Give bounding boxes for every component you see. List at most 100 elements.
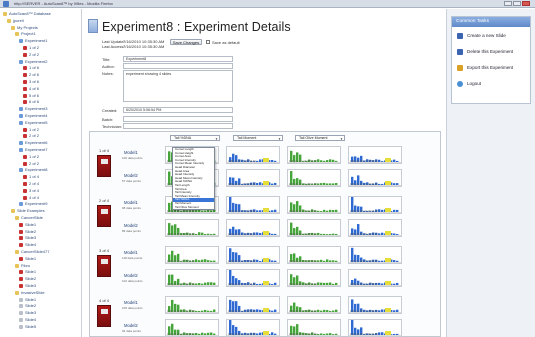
- tree-item[interactable]: Fibro: [15, 263, 30, 269]
- metric-option[interactable]: Tail Olive Moment: [173, 206, 214, 210]
- histogram-chart[interactable]: 0.00 μ=1.00 σ=1.00 93.09: [348, 246, 402, 264]
- model-label[interactable]: Model1: [124, 300, 138, 305]
- title-field[interactable]: Experiment8: [123, 56, 233, 62]
- tree-item[interactable]: CancerSlide: [15, 215, 43, 221]
- tree-item[interactable]: Slide1: [19, 256, 36, 262]
- tree-item[interactable]: Experiment8: [19, 167, 47, 173]
- create-slide-link[interactable]: Create a new Slide: [457, 31, 506, 41]
- histogram-chart[interactable]: 0.00 μ=1.00 σ=1.00 93.09: [165, 296, 219, 314]
- tree-item[interactable]: Slide3: [19, 283, 36, 289]
- slide-thumbnail[interactable]: [97, 305, 111, 327]
- created-field[interactable]: 6/20/2010 5:06:54 PM: [123, 107, 233, 113]
- tree-item[interactable]: 3 of 4: [23, 188, 39, 194]
- model-label[interactable]: Model2: [124, 223, 138, 228]
- tree-item[interactable]: 5 of 6: [23, 93, 39, 99]
- tree-item[interactable]: jpurell: [7, 18, 24, 24]
- model-label[interactable]: Model1: [124, 200, 138, 205]
- tree-item[interactable]: Slide4: [19, 242, 36, 248]
- metric-dropdown[interactable]: Tail Moment ▼: [233, 135, 283, 141]
- batch-field[interactable]: [123, 116, 233, 122]
- tree-item[interactable]: Slide1: [19, 222, 36, 228]
- histogram-chart[interactable]: 0.00 μ=1.00 σ=1.00 93.09: [348, 296, 402, 314]
- histogram-chart[interactable]: 0.00 μ=1.00 σ=1.00 93.09: [348, 196, 402, 214]
- minimize-button[interactable]: [504, 1, 512, 6]
- tree-item[interactable]: Experiment4: [19, 113, 47, 119]
- histogram-chart[interactable]: 0.00 μ=1.00 σ=1.00 93.09: [226, 169, 280, 187]
- tree-item[interactable]: Experiment6: [19, 140, 47, 146]
- histogram-chart[interactable]: 0.00 μ=1.00 σ=1.00 93.09: [287, 219, 341, 237]
- histogram-chart[interactable]: 0.00 μ=1.00 σ=1.00 93.09: [287, 296, 341, 314]
- tree-item[interactable]: CancerSlide477: [15, 249, 49, 255]
- histogram-chart[interactable]: 0.00 μ=1.00 σ=1.00 93.09: [287, 196, 341, 214]
- tree-item[interactable]: Slide2: [19, 229, 36, 235]
- histogram-chart[interactable]: 0.00 μ=1.00 σ=1.00 93.09: [165, 219, 219, 237]
- tree-item[interactable]: Project1: [15, 31, 36, 37]
- tree-item[interactable]: Experiment5: [19, 120, 47, 126]
- tree-item[interactable]: InvasiveSlide: [15, 290, 45, 296]
- export-experiment-link[interactable]: Export this Experiment: [457, 63, 513, 73]
- slide-thumbnail[interactable]: [97, 255, 111, 277]
- histogram-chart[interactable]: 0.00 μ=1.00 σ=1.00 93.09: [287, 269, 341, 287]
- delete-experiment-link[interactable]: Delete this Experiment: [457, 47, 513, 57]
- histogram-chart[interactable]: 0.00 μ=1.00 σ=1.00 93.09: [287, 146, 341, 164]
- histogram-chart[interactable]: 0.00 μ=1.00 σ=1.00 93.09: [165, 319, 219, 337]
- model-label[interactable]: Model2: [124, 273, 138, 278]
- histogram-chart[interactable]: 0.00 μ=1.00 σ=1.00 93.09: [348, 269, 402, 287]
- tree-item[interactable]: Slide3: [19, 310, 36, 316]
- tree-item[interactable]: Slide2: [19, 276, 36, 282]
- histogram-chart[interactable]: 0.00 μ=1.00 σ=1.00 93.09: [287, 319, 341, 337]
- tree-item[interactable]: 1 of 2: [23, 154, 39, 160]
- model-label[interactable]: Model2: [124, 323, 138, 328]
- metric-dropdown[interactable]: Tail Olive Moment ▼: [295, 135, 345, 141]
- tree-item[interactable]: Experiment9: [19, 201, 47, 207]
- tree-item[interactable]: 1 of 2: [23, 45, 39, 51]
- save-changes-button[interactable]: Save Changes: [170, 39, 202, 45]
- close-button[interactable]: [522, 1, 530, 6]
- author-field[interactable]: [123, 63, 233, 69]
- tree-item[interactable]: 1 of 2: [23, 127, 39, 133]
- histogram-chart[interactable]: 0.00 μ=1.00 σ=1.00 93.09: [226, 196, 280, 214]
- model-label[interactable]: Model1: [124, 150, 138, 155]
- tree-item[interactable]: 4 of 6: [23, 86, 39, 92]
- tree-item[interactable]: 1 of 6: [23, 65, 39, 71]
- tree-item[interactable]: 3 of 6: [23, 79, 39, 85]
- histogram-chart[interactable]: 0.00 μ=1.00 σ=1.00 93.09: [348, 146, 402, 164]
- technician-field[interactable]: [123, 123, 233, 129]
- tree-item[interactable]: Experiment1: [19, 38, 47, 44]
- histogram-chart[interactable]: 0.00 μ=1.00 σ=1.00 93.09: [226, 219, 280, 237]
- tree-item[interactable]: Slide Examples: [11, 208, 45, 214]
- tree-item[interactable]: 6 of 6: [23, 99, 39, 105]
- maximize-button[interactable]: [513, 1, 521, 6]
- save-default-checkbox[interactable]: [206, 40, 210, 44]
- histogram-chart[interactable]: 0.00 μ=1.00 σ=1.00 93.09: [348, 319, 402, 337]
- slide-thumbnail[interactable]: [97, 155, 111, 177]
- tree-item[interactable]: 4 of 4: [23, 195, 39, 201]
- tree-item[interactable]: 2 of 4: [23, 181, 39, 187]
- histogram-chart[interactable]: 0.00 μ=1.00 σ=1.00 93.09: [165, 269, 219, 287]
- histogram-chart[interactable]: 0.00 μ=1.00 σ=1.00 93.09: [226, 319, 280, 337]
- histogram-chart[interactable]: 0.00 μ=1.00 σ=1.00 93.09: [287, 246, 341, 264]
- model-label[interactable]: Model1: [124, 250, 138, 255]
- histogram-chart[interactable]: 0.00 μ=1.00 σ=1.00 93.09: [348, 169, 402, 187]
- tree-item[interactable]: Experiment7: [19, 147, 47, 153]
- tree-item[interactable]: 2 of 6: [23, 72, 39, 78]
- tree-item[interactable]: Experiment3: [19, 106, 47, 112]
- tree-item[interactable]: AutoScan8™ Database: [3, 11, 51, 17]
- slide-thumbnail[interactable]: [97, 205, 111, 227]
- notes-field[interactable]: experiment showing 4 slides: [123, 70, 233, 102]
- tree-item[interactable]: 2 of 2: [23, 133, 39, 139]
- tree-item[interactable]: Slide5: [19, 324, 36, 330]
- histogram-chart[interactable]: 0.00 μ=1.00 σ=1.00 93.09: [287, 169, 341, 187]
- tree-item[interactable]: Slide3: [19, 235, 36, 241]
- tree-item[interactable]: Slide1: [19, 269, 36, 275]
- tree-item[interactable]: Slide1: [19, 297, 36, 303]
- model-label[interactable]: Model2: [124, 173, 138, 178]
- metric-dropdown[interactable]: Tail %DNA ▼: [170, 135, 220, 141]
- histogram-chart[interactable]: 0.00 μ=1.00 σ=1.00 93.09: [348, 219, 402, 237]
- histogram-chart[interactable]: 0.00 μ=1.00 σ=1.00 93.09: [165, 246, 219, 264]
- tree-item[interactable]: Experiment2: [19, 59, 47, 65]
- tree-item[interactable]: 1 of 4: [23, 174, 39, 180]
- histogram-chart[interactable]: 0.00 μ=1.00 σ=1.00 93.09: [226, 246, 280, 264]
- tree-item[interactable]: 2 of 2: [23, 161, 39, 167]
- tree-item[interactable]: Slide2: [19, 303, 36, 309]
